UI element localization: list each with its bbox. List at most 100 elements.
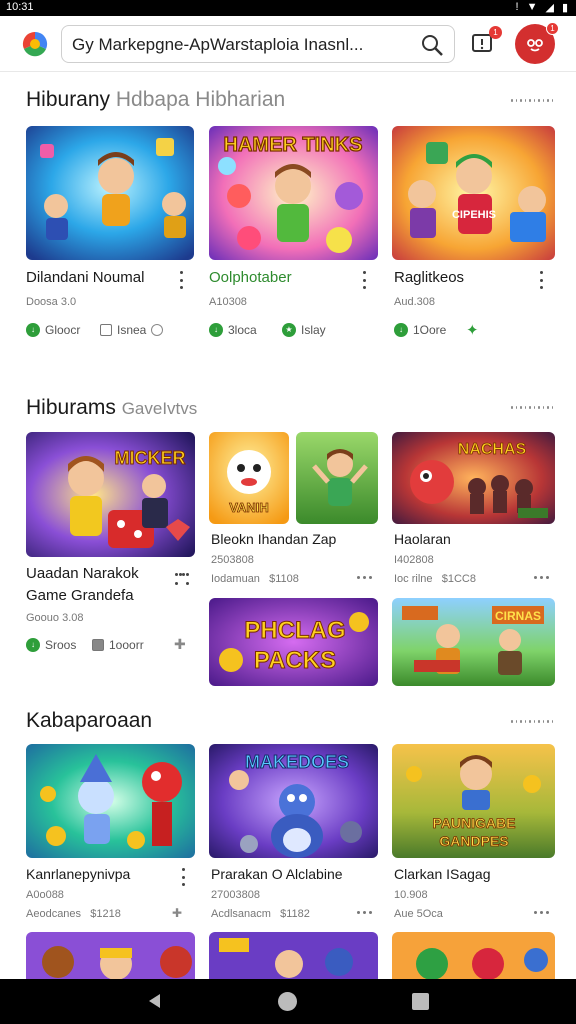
- game-meta: Acdlsanacm $1182: [211, 908, 310, 920]
- thumbnail-banner-text: MAKEDOES: [245, 752, 349, 772]
- game-meta: Aeodcanes $1218: [26, 908, 121, 920]
- status-icons: ! ▼ ◢ ▮: [516, 1, 568, 14]
- game-thumbnail[interactable]: [26, 932, 195, 982]
- more-options-icon[interactable]: [176, 271, 186, 289]
- game-title[interactable]: Uaadan Narakok: [26, 565, 139, 582]
- game-thumbnail[interactable]: PAUNIGABE GANDPES: [392, 744, 555, 858]
- status-bar: 10:31 ! ▼ ◢ ▮: [0, 0, 576, 16]
- avatar[interactable]: 1: [515, 22, 559, 64]
- game-thumbnail[interactable]: VANIH: [209, 432, 289, 524]
- home-icon[interactable]: [278, 992, 297, 1011]
- game-thumbnail[interactable]: PHCLAG PACKS: [209, 598, 378, 686]
- game-thumbnail[interactable]: [26, 744, 195, 858]
- share-icon[interactable]: ✚: [172, 906, 182, 920]
- game-thumbnail[interactable]: [296, 432, 378, 524]
- section-subtitle-text: Hdbapa Hibharian: [115, 88, 286, 111]
- download-icon: ↓: [394, 323, 408, 337]
- wifi-icon: ▼: [526, 1, 538, 13]
- price-label: $1CC8: [441, 573, 476, 585]
- download-icon: ↓: [26, 323, 40, 337]
- section-title: Hiburany Hdbapa Hibharian: [26, 88, 285, 112]
- more-options-icon[interactable]: [534, 911, 554, 915]
- svg-text:PACKS: PACKS: [254, 647, 336, 674]
- rating-icon: ★: [282, 323, 296, 337]
- game-thumbnail[interactable]: [392, 932, 555, 982]
- rating-icon: [92, 639, 104, 651]
- price-label: $1182: [280, 908, 310, 920]
- section-more-button[interactable]: [511, 403, 553, 411]
- back-icon[interactable]: [146, 992, 164, 1010]
- game-subtitle: 2503808: [211, 554, 254, 566]
- notification-badge: 1: [489, 26, 502, 39]
- stat-label: 3loca: [228, 323, 257, 337]
- thumbnail-banner-text: MICKER: [115, 448, 186, 468]
- game-thumbnail[interactable]: NACHAS: [392, 432, 555, 524]
- search-bar[interactable]: [61, 25, 455, 63]
- game-thumbnail[interactable]: HAMER TINKS: [209, 126, 378, 260]
- game-thumbnail[interactable]: CIPEHIS: [392, 126, 555, 260]
- stat-label: Gloocr: [45, 323, 81, 337]
- stat-rating: ★ Islay: [282, 323, 326, 337]
- store-logo-icon[interactable]: [20, 29, 50, 59]
- battery-icon: ▮: [561, 2, 568, 14]
- game-thumbnail[interactable]: [209, 932, 378, 982]
- game-title[interactable]: Haolaran: [394, 531, 451, 547]
- game-thumbnail[interactable]: MICKER: [26, 432, 195, 557]
- svg-text:CIPEHIS: CIPEHIS: [452, 209, 496, 221]
- game-title[interactable]: Raglitkeos: [394, 269, 464, 286]
- more-options-icon[interactable]: [178, 868, 188, 886]
- game-title[interactable]: Bleokn Ihandan Zap: [211, 531, 336, 547]
- thumbnail-banner-text: NACHAS: [458, 441, 527, 458]
- game-thumbnail[interactable]: MAKEDOES: [209, 744, 378, 858]
- game-subtitle: 10.908: [394, 889, 428, 901]
- section-more-button[interactable]: [511, 717, 553, 725]
- recent-apps-icon[interactable]: [412, 993, 429, 1010]
- stat-label: Ioc rilne: [394, 573, 433, 585]
- price-label: $1108: [269, 573, 299, 585]
- game-title[interactable]: Kanrlanepynivpa: [26, 866, 130, 882]
- more-options-icon[interactable]: [175, 570, 189, 588]
- more-options-icon[interactable]: [534, 576, 554, 580]
- svg-text:PAUNIGABE: PAUNIGABE: [433, 815, 516, 831]
- stat-label: Aue 5Oca: [394, 908, 443, 920]
- section-subtitle-text: GaveIvtvs: [121, 399, 198, 418]
- signal-icon: ◢: [545, 2, 554, 14]
- game-title[interactable]: Clarkan ISagag: [394, 866, 491, 882]
- game-meta: Ioc rilne $1CC8: [394, 573, 476, 585]
- status-time: 10:31: [6, 1, 34, 13]
- download-icon: ↓: [209, 323, 223, 337]
- stat-downloads: ↓ 3loca: [209, 323, 257, 337]
- star-icon: ✦: [466, 322, 479, 339]
- app-bar: 1 1: [0, 16, 576, 72]
- more-options-icon[interactable]: [357, 911, 377, 915]
- stat-label: Isnea: [117, 323, 147, 337]
- game-title-line2: Game Grandefa: [26, 587, 134, 604]
- stat-label: 1ooorr: [109, 638, 144, 652]
- more-options-icon[interactable]: [359, 271, 369, 289]
- thumbnail-banner-text: VANIH: [229, 500, 268, 515]
- info-icon: [151, 324, 164, 336]
- search-input[interactable]: [72, 33, 412, 57]
- stat-label: Acdlsanacm: [211, 908, 271, 920]
- more-options-icon[interactable]: [536, 271, 546, 289]
- avatar-face-icon: [527, 39, 543, 52]
- stat-label: Aeodcanes: [26, 908, 82, 920]
- game-subtitle: 27003808: [211, 889, 260, 901]
- game-title[interactable]: Prarakan O Alclabine: [211, 866, 343, 882]
- game-subtitle: Goouo 3.08: [26, 612, 84, 624]
- game-subtitle: Aud.308: [394, 296, 435, 308]
- notifications-button[interactable]: 1: [470, 26, 502, 57]
- price-label: $1218: [90, 908, 121, 920]
- game-title[interactable]: Oolphotaber: [209, 269, 292, 286]
- stat-rating: Isnea: [100, 323, 164, 337]
- stat-downloads: ↓ Sroos: [26, 638, 76, 652]
- share-icon[interactable]: ✚: [174, 636, 186, 653]
- alert-icon: !: [515, 1, 519, 13]
- section-title: Kabaparoaan: [26, 709, 152, 733]
- game-thumbnail[interactable]: [26, 126, 194, 260]
- game-thumbnail[interactable]: CIRNAS: [392, 598, 555, 686]
- section-more-button[interactable]: [511, 96, 553, 104]
- search-icon[interactable]: [420, 33, 444, 57]
- game-title[interactable]: Dilandani Noumal: [26, 269, 144, 286]
- more-options-icon[interactable]: [357, 576, 377, 580]
